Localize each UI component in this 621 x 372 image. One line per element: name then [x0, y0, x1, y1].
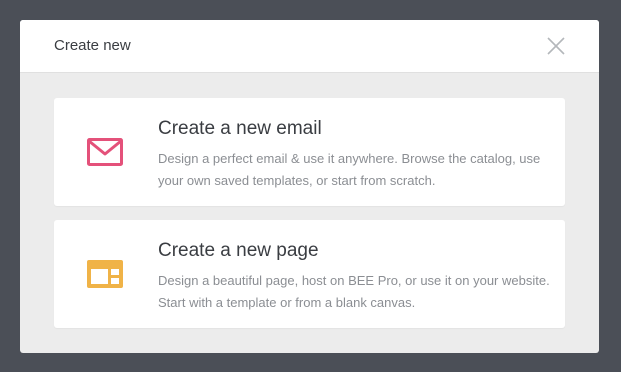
close-icon [547, 37, 565, 55]
create-page-title: Create a new page [158, 240, 319, 261]
create-email-description: Design a perfect email & use it anywhere… [158, 151, 541, 188]
webpage-icon [87, 260, 123, 288]
create-email-title: Create a new email [158, 118, 322, 139]
create-email-option[interactable]: Create a new email Design a perfect emai… [54, 98, 565, 206]
dialog-header: Create new [20, 20, 599, 73]
close-button[interactable] [546, 36, 566, 56]
create-new-dialog: Create new Create a new email Design a p… [20, 20, 599, 353]
create-page-option[interactable]: Create a new page Design a beautiful pag… [54, 220, 565, 328]
dialog-title: Create new [54, 37, 131, 54]
envelope-icon [87, 138, 123, 166]
create-page-description: Design a beautiful page, host on BEE Pro… [158, 273, 550, 310]
